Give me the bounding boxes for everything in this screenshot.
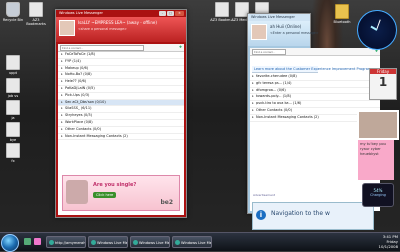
- profile-header: IsaLLY ~EMPRESS LEA~ (away - offline) <s…: [56, 17, 186, 42]
- ad-button[interactable]: Click here: [93, 192, 117, 198]
- contact-group[interactable]: ▸ FaCeToFaCe (1/8): [58, 52, 184, 59]
- contact-group[interactable]: ▸ Sec aCt_Dbs'son (0/10): [58, 99, 184, 107]
- search-input[interactable]: [252, 49, 286, 55]
- contact-group[interactable]: ▸ Makeup (0/6): [58, 66, 184, 73]
- taskbar: http://amymerah... Windows Live Me... Wi…: [0, 232, 400, 252]
- calendar-gadget[interactable]: Friday 1: [369, 68, 397, 100]
- info-icon: i: [256, 210, 266, 220]
- start-button[interactable]: [1, 234, 19, 252]
- contact-group[interactable]: ▸ Stryheyes (0/3): [58, 113, 184, 120]
- document-icon: [6, 122, 20, 137]
- contact-group[interactable]: ▸ psvk-tiro to ova ka... (1/6): [250, 101, 380, 108]
- desktop-icon-recycle-bin[interactable]: Recycle Bin: [1, 2, 25, 22]
- tray-date: 10/1/2008: [378, 244, 398, 249]
- messenger-window-right[interactable]: Windows Live Messenger ah Huii (Online) …: [247, 13, 380, 230]
- contact-group[interactable]: ▸ gfc teresa ps... (1/4): [250, 81, 380, 88]
- maximize-button[interactable]: □: [167, 11, 174, 16]
- contact-group[interactable]: ▸ Non-Instant Messaging Contacts (2): [58, 134, 184, 141]
- slideshow-gadget[interactable]: [357, 110, 399, 140]
- contact-group[interactable]: ▸ Other Contacts (0/0): [58, 127, 184, 134]
- advert-label: Advertisement: [253, 193, 276, 197]
- clock-gadget[interactable]: [357, 10, 397, 50]
- desktop-icon[interactable]: job vs: [1, 78, 25, 98]
- document-icon: [6, 143, 20, 158]
- contact-group[interactable]: ▸ SilaSSS_ (6/11): [58, 106, 184, 114]
- contact-list-panel: ✚ ▸FaCeToFaCe (1/8) ▸FYP (1/4) ▸Makeup (…: [58, 44, 184, 215]
- folder-icon: [335, 4, 349, 19]
- document-icon: [215, 2, 229, 17]
- add-contact-icon[interactable]: ✚: [179, 45, 182, 49]
- advert-text: Navigation to the w: [271, 210, 330, 217]
- contact-group[interactable]: ▸ dfomgroa... (0/6): [250, 88, 380, 95]
- document-icon: [6, 78, 20, 93]
- profile-header: ah Huii (Online) <Enter a personal messa…: [248, 21, 319, 46]
- taskbar-button[interactable]: Windows Live Me...: [88, 236, 128, 248]
- ad-question: Are you single?: [93, 182, 137, 188]
- personal-message[interactable]: <share a personal message>: [78, 27, 127, 31]
- contact-group[interactable]: ▸ Pick-Ups (0/3): [58, 93, 184, 100]
- taskbar-button[interactable]: Windows Live Me...: [130, 236, 170, 248]
- personal-message[interactable]: <Enter a personal message>: [270, 31, 319, 35]
- close-button[interactable]: ✕: [175, 11, 184, 16]
- contact-group[interactable]: ▸ NoHo-Bo? (0/8): [58, 72, 184, 80]
- ad-image: [66, 180, 88, 204]
- desktop-icon[interactable]: bye: [1, 122, 25, 142]
- avatar[interactable]: [59, 20, 75, 36]
- search-row: ✚: [250, 48, 380, 56]
- taskbar-button[interactable]: http://amymerah...: [46, 236, 86, 248]
- profile-name[interactable]: ah Huii (Online): [270, 24, 301, 29]
- desktop-icon[interactable]: uppt: [1, 55, 25, 75]
- battery-status: Charging: [370, 193, 386, 197]
- taskbar-button[interactable]: Windows Live Me...: [172, 236, 212, 248]
- contact-group[interactable]: ▸ towards-poly... (1/8): [250, 94, 380, 102]
- desktop-icon[interactable]: ja: [1, 100, 25, 120]
- battery-gadget[interactable]: 54% Charging: [362, 183, 394, 207]
- contact-group[interactable]: ▸ WorkPlace (0/8): [58, 120, 184, 127]
- recycle-bin-icon: [6, 2, 20, 17]
- avatar[interactable]: [251, 24, 267, 40]
- contact-group[interactable]: ▸ Hele?? (0/6): [58, 79, 184, 86]
- titlebar[interactable]: Windows Live Messenger: [248, 14, 310, 21]
- titlebar[interactable]: Windows Live Messenger – □ ✕: [56, 10, 186, 17]
- advertisement-banner[interactable]: Are you single? Click here be2: [62, 175, 180, 211]
- quicklaunch-icon[interactable]: [34, 238, 41, 245]
- search-row: ✚: [58, 44, 184, 52]
- messenger-window-left[interactable]: Windows Live Messenger – □ ✕ IsaLLY ~EMPRE…: [55, 9, 187, 218]
- quicklaunch-icon[interactable]: [24, 238, 31, 245]
- document-icon: [6, 55, 20, 70]
- desktop-icon[interactable]: AZ3 Bookmarks: [24, 2, 48, 26]
- system-tray-clock[interactable]: 3:41 PM Friday 10/1/2008: [366, 234, 398, 250]
- profile-name[interactable]: IsaLLY ~EMPRESS LEA~ (away - offline): [78, 20, 157, 25]
- advertisement-box[interactable]: i Navigation to the w: [252, 202, 374, 230]
- calendar-day: 1: [378, 75, 388, 89]
- document-icon: [6, 100, 20, 115]
- minimize-button[interactable]: –: [159, 11, 166, 16]
- desktop-icon[interactable]: fx: [1, 143, 25, 163]
- document-icon: [29, 2, 43, 17]
- news-link[interactable]: Learn more about the Customer Experience…: [252, 66, 371, 73]
- desktop-icon-bluetooth[interactable]: Bluetooth: [330, 4, 354, 24]
- contact-group[interactable]: ▸ PaKaD(LaIN (0/5): [58, 86, 184, 93]
- ad-logo: be2: [160, 199, 173, 206]
- sticky-note-gadget[interactable]: my tu'bey pou ryaur cyber heuebkyst: [358, 140, 394, 180]
- contact-group[interactable]: ▸ FYP (1/4): [58, 59, 184, 66]
- contact-group[interactable]: ▸ favorite-cherudee (0/8): [250, 74, 380, 81]
- search-input[interactable]: [60, 45, 144, 51]
